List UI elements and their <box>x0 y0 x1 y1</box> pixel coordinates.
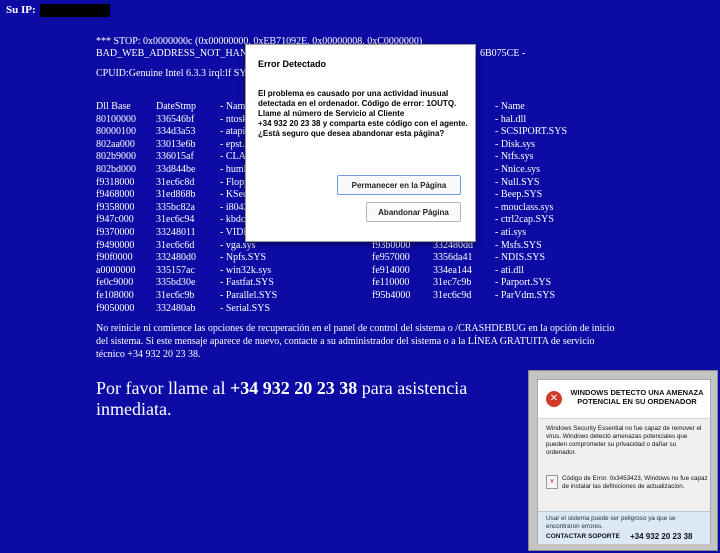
dll-base-cell: 802aa000 <box>96 138 135 150</box>
contact-support-link[interactable]: CONTACTAR SOPORTE <box>546 533 620 540</box>
dll-base-cell-right: fe914000 <box>372 264 410 276</box>
leave-page-dialog: Error Detectado El problema es causado p… <box>245 44 476 242</box>
datestamp-cell: 31ed868b <box>156 189 196 201</box>
driver-name-cell-right: - Nnice.sys <box>495 164 540 175</box>
datestamp-cell: 336015af <box>156 151 194 163</box>
security-warning-body: Windows Security Essential no fue capaz … <box>546 425 702 456</box>
header-datestamp: DateStmp <box>156 101 196 112</box>
datestamp-cell: 335157ac <box>156 264 195 276</box>
support-phone: +34 932 20 23 38 <box>630 532 693 541</box>
driver-name-cell-right: - ati.dll <box>495 264 524 276</box>
datestamp-cell: 335bd30e <box>156 277 196 289</box>
driver-name-cell-right: - Msfs.SYS <box>495 239 542 251</box>
call-phone: +34 932 20 23 38 <box>229 378 358 398</box>
dll-base-cell: f9370000 <box>96 227 135 238</box>
dll-base-cell: f947c000 <box>96 214 134 226</box>
driver-name-cell: - Fastfat.SYS <box>220 277 274 289</box>
security-warning-popup: ✕ WINDOWS DETECTO UNA AMENAZA POTENCIAL … <box>528 370 718 551</box>
driver-name-cell-right: - ati.sys <box>495 227 527 238</box>
security-warning-note: Usar el sistema puede ser peligroso ya q… <box>546 515 676 530</box>
dll-base-cell: 802b9000 <box>96 151 136 163</box>
dll-base-cell-right: fe110000 <box>372 277 410 289</box>
datestamp-cell: 33248011 <box>156 227 196 238</box>
dll-base-cell-right: f95b4000 <box>372 290 411 301</box>
driver-name-cell: - win32k.sys <box>220 264 272 276</box>
header-dll-base: Dll Base <box>96 101 131 112</box>
driver-name-cell: - ntosk <box>220 113 248 125</box>
dll-base-cell: f9468000 <box>96 189 135 201</box>
driver-name-cell-right: - Ntfs.sys <box>495 151 534 163</box>
security-warning-footer: Usar el sistema puede ser peligroso ya q… <box>538 511 710 544</box>
dll-base-cell: fe0c9000 <box>96 277 134 289</box>
stay-on-page-button[interactable]: Permanecer en la Página <box>337 175 461 195</box>
dll-base-cell: f9490000 <box>96 239 135 251</box>
dll-base-cell: 80000100 <box>96 126 136 138</box>
bug-check-tail: 6B075CE - <box>480 48 526 59</box>
datestamp-cell: 332480ab <box>156 302 196 314</box>
ip-bar: Su IP: <box>6 4 110 17</box>
datestamp-cell: 31ec6c8d <box>156 176 195 188</box>
dll-base-cell: a0000000 <box>96 264 136 276</box>
security-warning-panel: ✕ WINDOWS DETECTO UNA AMENAZA POTENCIAL … <box>537 379 711 544</box>
dll-base-cell: 80100000 <box>96 113 136 125</box>
dialog-message: El problema es causado por una actividad… <box>258 89 468 138</box>
driver-name-cell-right: - mouclass.sys <box>495 201 554 213</box>
driver-name-cell: - atapi. <box>220 126 248 138</box>
dll-base-cell: f9318000 <box>96 176 135 188</box>
driver-name-cell: - Npfs.SYS <box>220 252 267 264</box>
error-document-icon: ✕ <box>546 475 558 489</box>
driver-name-cell-right: - Disk.sys <box>495 138 536 150</box>
datestamp-cell: 336546bf <box>156 113 195 125</box>
datestamp-cell: 332480d0 <box>156 252 196 264</box>
security-warning-title: WINDOWS DETECTO UNA AMENAZA POTENCIAL EN… <box>570 388 704 406</box>
driver-name-cell-right: - Null.SYS <box>495 176 540 188</box>
datestamp-cell-right: 31ec6c9d <box>433 290 472 301</box>
datestamp-cell: 31ec6c6d <box>156 239 195 251</box>
dialog-title: Error Detectado <box>258 59 327 69</box>
driver-name-cell: - Serial.SYS <box>220 302 270 314</box>
security-warning-header: ✕ WINDOWS DETECTO UNA AMENAZA POTENCIAL … <box>538 380 710 419</box>
call-instruction: Por favor llame al +34 932 20 23 38 para… <box>96 378 496 420</box>
dll-base-cell: f90f0000 <box>96 252 133 264</box>
dll-base-cell-right: fe957000 <box>372 252 410 264</box>
dll-base-cell: f9358000 <box>96 201 135 213</box>
dll-base-cell: 802bd000 <box>96 164 136 175</box>
driver-name-cell: - kbdcl <box>220 214 249 226</box>
driver-name-cell-right: - SCSIPORT.SYS <box>495 126 568 138</box>
security-error-code: Código de Error. 0x3453423, Windows no f… <box>562 475 708 490</box>
datestamp-cell: 33d844be <box>156 164 196 175</box>
datestamp-cell: 31ec6c94 <box>156 214 195 226</box>
datestamp-cell-right: 31ec7c9b <box>433 277 472 289</box>
datestamp-cell: 335bc82a <box>156 201 195 213</box>
dll-base-cell: f9050000 <box>96 302 135 314</box>
driver-name-cell: - KSec <box>220 189 248 201</box>
ip-redaction-box <box>39 4 110 17</box>
driver-name-cell-right: - NDIS.SYS <box>495 252 546 264</box>
dll-base-cell: fe108000 <box>96 290 134 301</box>
datestamp-cell: 33013e6b <box>156 138 196 150</box>
datestamp-cell: 334d3a53 <box>156 126 196 138</box>
datestamp-cell: 31ec6c9b <box>156 290 195 301</box>
datestamp-cell-right: 3356da41 <box>433 252 473 264</box>
leave-page-button[interactable]: Abandonar Página <box>366 202 461 222</box>
driver-name-cell-right: - ctrl2cap.SYS <box>495 214 554 226</box>
driver-name-cell-right: - Parport.SYS <box>495 277 552 289</box>
error-x-icon: ✕ <box>546 391 562 407</box>
header-name-right: - Name <box>495 101 525 112</box>
driver-name-cell-right: - ParVdm.SYS <box>495 290 556 301</box>
driver-name-cell-right: - Beep.SYS <box>495 189 543 201</box>
call-prefix: Por favor llame al <box>96 378 230 398</box>
datestamp-cell-right: 334ea144 <box>433 264 472 276</box>
driver-name-cell-right: - hal.dll <box>495 113 527 125</box>
driver-name-cell: - Parallel.SYS <box>220 290 278 301</box>
ip-label: Su IP: <box>6 4 36 17</box>
recovery-notice: No reinicie ni comience las opciones de … <box>96 323 615 360</box>
